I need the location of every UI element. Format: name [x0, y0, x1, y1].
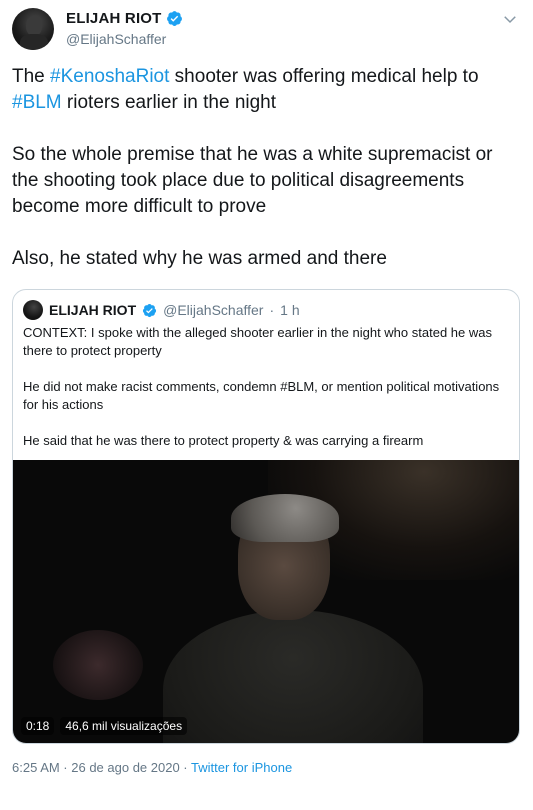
quoted-avatar — [23, 300, 43, 320]
video-meta: 0:18 46,6 mil visualizações — [21, 717, 188, 735]
quoted-paragraph-1: CONTEXT: I spoke with the alleged shoote… — [23, 325, 492, 358]
quoted-tweet-body: CONTEXT: I spoke with the alleged shoote… — [23, 324, 513, 450]
video-person-cap — [231, 494, 339, 542]
verified-badge-icon — [166, 11, 182, 26]
author-name[interactable]: ELIJAH RIOT — [66, 10, 162, 27]
verified-badge-icon — [143, 303, 157, 317]
video-views: 46,6 mil visualizações — [60, 717, 188, 735]
author-block: ELIJAH RIOT @ElijahSchaffer — [66, 10, 183, 47]
quoted-paragraph-2: He did not make racist comments, condemn… — [23, 379, 500, 412]
tweet-footer: 6:25 AM · 26 de ago de 2020 · Twitter fo… — [12, 760, 292, 775]
quoted-author-handle: @ElijahSchaffer — [163, 302, 264, 318]
tweet-source-link[interactable]: Twitter for iPhone — [191, 760, 292, 775]
video-background-blob — [53, 630, 143, 700]
avatar[interactable] — [12, 8, 54, 50]
separator-dot: · — [269, 302, 275, 318]
tweet-paragraph-2: So the whole premise that he was a white… — [12, 144, 493, 217]
quoted-tweet-header: ELIJAH RIOT @ElijahSchaffer · 1 h — [23, 300, 300, 320]
tweet-header: ELIJAH RIOT @ElijahSchaffer — [12, 8, 521, 52]
quoted-timestamp: 1 h — [280, 302, 300, 318]
hashtag-blm[interactable]: #BLM — [12, 92, 62, 113]
tweet-paragraph-1: The #KenoshaRiot shooter was offering me… — [12, 66, 479, 113]
quoted-author-name: ELIJAH RIOT — [49, 302, 137, 318]
video-person-shoulders — [163, 610, 423, 743]
tweet-paragraph-3: Also, he stated why he was armed and the… — [12, 248, 387, 269]
tweet-timestamp[interactable]: 6:25 AM · 26 de ago de 2020 · — [12, 760, 188, 775]
tweet-body: The #KenoshaRiot shooter was offering me… — [12, 64, 522, 272]
quoted-tweet[interactable]: ELIJAH RIOT @ElijahSchaffer · 1 h CONTEX… — [12, 289, 520, 744]
hashtag-kenosha-riot[interactable]: #KenoshaRiot — [50, 66, 169, 87]
video-player[interactable]: 0:18 46,6 mil visualizações — [13, 460, 519, 743]
author-handle[interactable]: @ElijahSchaffer — [66, 31, 183, 47]
video-duration: 0:18 — [21, 717, 55, 735]
name-row: ELIJAH RIOT — [66, 10, 183, 27]
quoted-paragraph-3: He said that he was there to protect pro… — [23, 433, 424, 448]
chevron-down-icon[interactable] — [501, 10, 519, 28]
